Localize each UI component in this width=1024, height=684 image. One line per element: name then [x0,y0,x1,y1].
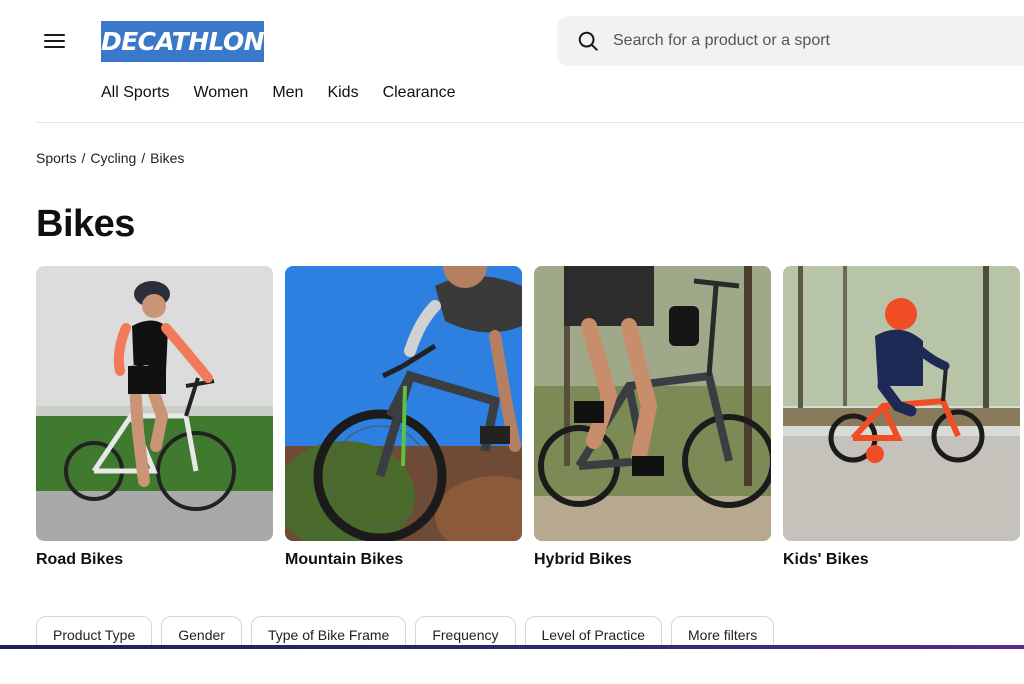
nav-item-all-sports[interactable]: All Sports [101,84,169,102]
logo-text: DECATHLON [101,27,265,56]
category-label-kids-bikes[interactable]: Kids' Bikes [783,551,1020,569]
category-card-mountain-bikes[interactable]: Mountain Bikes [285,266,522,569]
main-nav: All Sports Women Men Kids Clearance [101,84,480,102]
breadcrumb-cycling[interactable]: Cycling [90,150,136,166]
mountain-bike-image[interactable] [285,266,522,541]
kids-bike-image[interactable] [783,266,1020,541]
breadcrumb-sports[interactable]: Sports [36,150,76,166]
category-label-mountain-bikes[interactable]: Mountain Bikes [285,551,522,569]
search-input[interactable] [613,32,973,50]
page-title: Bikes [36,203,135,245]
hamburger-menu-icon[interactable] [44,30,68,52]
category-cards: Road Bikes Mountain Bikes Hybrid Bikes K… [36,266,1020,569]
nav-item-clearance[interactable]: Clearance [383,84,456,102]
category-card-kids-bikes[interactable]: Kids' Bikes [783,266,1020,569]
breadcrumb-separator: / [81,150,86,166]
breadcrumb-separator: / [141,150,146,166]
decathlon-logo[interactable]: DECATHLON [101,21,265,62]
category-card-hybrid-bikes[interactable]: Hybrid Bikes [534,266,771,569]
breadcrumb: Sports / Cycling / Bikes [36,150,184,166]
hybrid-bike-image[interactable] [534,266,771,541]
search-bar[interactable] [557,16,1024,66]
search-icon [578,31,598,51]
nav-item-women[interactable]: Women [193,84,248,102]
nav-item-kids[interactable]: Kids [327,84,358,102]
road-bike-image[interactable] [36,266,273,541]
nav-item-men[interactable]: Men [272,84,303,102]
bottom-blank-area [0,649,1024,684]
category-label-road-bikes[interactable]: Road Bikes [36,551,273,569]
breadcrumb-bikes[interactable]: Bikes [150,150,184,166]
category-label-hybrid-bikes[interactable]: Hybrid Bikes [534,551,771,569]
category-card-road-bikes[interactable]: Road Bikes [36,266,273,569]
header-divider [36,122,1024,123]
